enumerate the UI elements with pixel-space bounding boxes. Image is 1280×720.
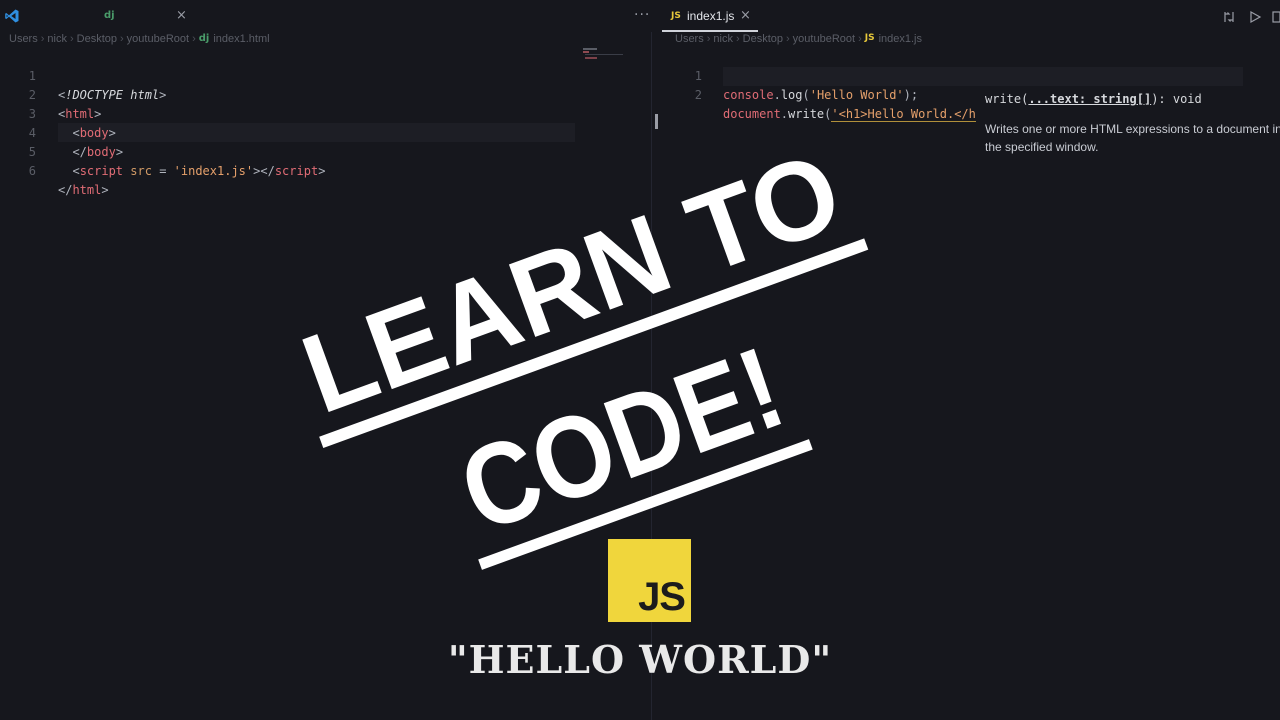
javascript-logo-text: JS (638, 575, 686, 619)
hello-world-caption: "HELLO WORLD" (447, 637, 833, 682)
javascript-logo: JS (608, 539, 691, 622)
